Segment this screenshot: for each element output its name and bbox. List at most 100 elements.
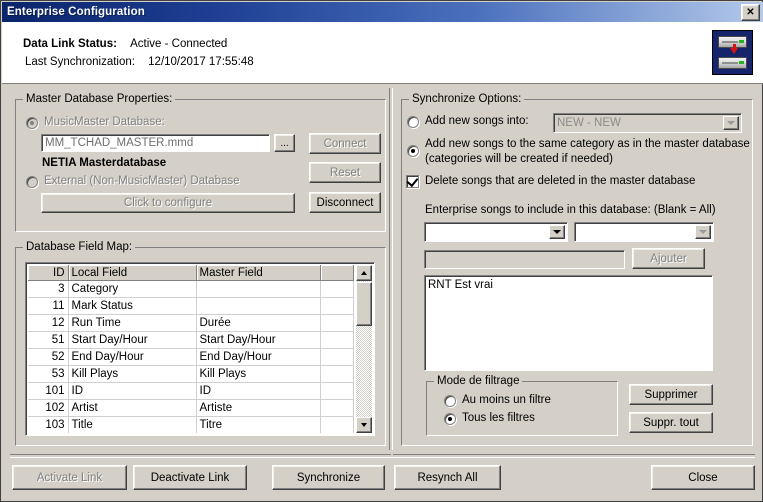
last-sync-row: Last Synchronization: 12/10/2017 17:55:4… xyxy=(25,56,254,68)
data-link-status-value: Active - Connected xyxy=(130,38,228,50)
table-row[interactable]: 101 ID ID xyxy=(28,382,354,400)
radio-add-new-songs-into[interactable] xyxy=(407,116,419,128)
delete-all-filters-button[interactable]: Suppr. tout xyxy=(629,412,713,433)
cell-master-field: ID xyxy=(196,382,321,400)
field-map-grid[interactable]: ID Local Field Master Field 3 Category 11… xyxy=(25,262,375,436)
dialog-body: Master Database Properties: MusicMaster … xyxy=(2,84,763,454)
chevron-down-icon xyxy=(553,230,561,234)
radio-external-database[interactable] xyxy=(26,176,38,188)
add-filter-button[interactable]: Ajouter xyxy=(632,248,705,269)
synchronize-options-title: Synchronize Options: xyxy=(409,93,525,105)
activate-link-label: Activate Link xyxy=(36,471,103,484)
table-row[interactable]: 11 Mark Status xyxy=(28,297,354,315)
table-row[interactable]: 52 End Day/Hour End Day/Hour xyxy=(28,348,354,366)
check-icon xyxy=(406,174,419,188)
cell-local-field: Category xyxy=(68,280,197,298)
cell-extra xyxy=(320,314,354,332)
include-songs-label: Enterprise songs to include in this data… xyxy=(425,204,716,216)
radio-same-category[interactable] xyxy=(407,145,419,157)
database-path-input[interactable]: MM_TCHAD_MASTER.mmd xyxy=(41,134,270,152)
click-to-configure-button[interactable]: Click to configure xyxy=(41,193,295,213)
delete-filter-label: Supprimer xyxy=(644,388,698,401)
cell-master-field: Titre xyxy=(196,416,321,433)
cell-local-field: End Day/Hour xyxy=(68,348,197,366)
master-database-properties-group: Master Database Properties: MusicMaster … xyxy=(15,93,386,232)
cell-master-field: Durée xyxy=(196,314,321,332)
synchronize-label: Synchronize xyxy=(296,471,361,484)
deactivate-link-button[interactable]: Deactivate Link xyxy=(133,465,247,490)
category-combo[interactable]: NEW - NEW xyxy=(553,113,742,133)
filter-list-box[interactable]: RNT Est vrai xyxy=(424,275,713,371)
scroll-up-button[interactable] xyxy=(356,265,372,281)
disconnect-button[interactable]: Disconnect xyxy=(309,192,381,213)
radio-external-label: External (Non-MusicMaster) Database xyxy=(44,175,240,187)
category-combo-value: NEW - NEW xyxy=(557,117,621,129)
status-header: Data Link Status: Active - Connected Las… xyxy=(2,22,763,84)
radio-all-filters[interactable] xyxy=(444,413,456,425)
filter-value-input[interactable] xyxy=(424,250,625,269)
table-row[interactable]: 51 Start Day/Hour Start Day/Hour xyxy=(28,331,354,349)
column-header-extra[interactable] xyxy=(320,265,354,281)
cell-id: 102 xyxy=(28,399,69,417)
radio-any-filter[interactable] xyxy=(444,395,456,407)
list-item[interactable]: RNT Est vrai xyxy=(428,278,712,292)
scroll-down-button[interactable] xyxy=(356,417,372,433)
checkbox-delete-songs[interactable] xyxy=(406,174,419,188)
activate-link-button[interactable]: Activate Link xyxy=(12,465,127,490)
field-map-vertical-scrollbar[interactable] xyxy=(356,265,372,433)
database-description: NETIA Masterdatabase xyxy=(42,157,167,169)
field-map-table: ID Local Field Master Field 3 Category 11… xyxy=(28,265,354,433)
sync-arrow-down-icon xyxy=(730,48,738,54)
scrollbar-thumb[interactable] xyxy=(356,282,372,326)
close-button[interactable]: Close xyxy=(651,465,755,490)
database-field-map-title: Database Field Map: xyxy=(23,241,136,253)
table-row[interactable]: 103 Title Titre xyxy=(28,416,354,433)
cell-master-field xyxy=(196,280,321,298)
radio-same-category-label-line1: Add new songs to the same category as in… xyxy=(425,138,750,150)
database-field-map-group: Database Field Map: ID Local Field Maste… xyxy=(15,241,386,446)
cell-extra xyxy=(320,399,354,417)
filter-field-combo-arrow[interactable] xyxy=(549,225,565,239)
cell-id: 101 xyxy=(28,382,69,400)
cell-id: 12 xyxy=(28,314,69,332)
chevron-down-icon xyxy=(361,423,367,427)
connect-button[interactable]: Connect xyxy=(309,133,381,154)
filter-operator-combo[interactable] xyxy=(574,222,714,242)
footer-separator xyxy=(10,454,755,458)
browse-database-button[interactable]: ... xyxy=(274,134,295,152)
cell-local-field: ID xyxy=(68,382,197,400)
cell-master-field: Start Day/Hour xyxy=(196,331,321,349)
resynch-all-button[interactable]: Resynch All xyxy=(394,465,501,490)
column-header-local-field[interactable]: Local Field xyxy=(68,265,197,281)
cell-extra xyxy=(320,416,354,433)
chevron-up-icon xyxy=(361,271,367,275)
cell-id: 11 xyxy=(28,297,69,315)
cell-extra xyxy=(320,280,354,298)
reset-button[interactable]: Reset xyxy=(309,162,381,183)
chevron-down-icon xyxy=(727,121,735,125)
synchronize-button[interactable]: Synchronize xyxy=(272,465,385,490)
cell-id: 3 xyxy=(28,280,69,298)
panel-divider xyxy=(389,88,393,450)
filter-mode-title: Mode de filtrage xyxy=(434,375,523,387)
chevron-down-icon xyxy=(699,230,707,234)
delete-filter-button[interactable]: Supprimer xyxy=(629,384,713,405)
data-link-status-row: Data Link Status: Active - Connected xyxy=(23,38,227,50)
add-filter-label: Ajouter xyxy=(650,252,687,265)
resynch-all-label: Resynch All xyxy=(417,471,478,484)
table-row[interactable]: 53 Kill Plays Kill Plays xyxy=(28,365,354,383)
reset-label: Reset xyxy=(329,166,361,179)
filter-operator-combo-arrow[interactable] xyxy=(695,225,711,239)
radio-musicmaster-database[interactable] xyxy=(26,117,38,129)
filter-field-combo[interactable] xyxy=(424,222,568,242)
table-row[interactable]: 12 Run Time Durée xyxy=(28,314,354,332)
radio-all-filters-dot xyxy=(448,417,452,421)
table-row[interactable]: 3 Category xyxy=(28,280,354,298)
column-header-id[interactable]: ID xyxy=(28,265,69,281)
cell-local-field: Title xyxy=(68,416,197,433)
category-combo-arrow[interactable] xyxy=(723,116,739,130)
table-row[interactable]: 102 Artist Artiste xyxy=(28,399,354,417)
close-window-button[interactable]: ✕ xyxy=(741,4,760,21)
column-header-master-field[interactable]: Master Field xyxy=(196,265,321,281)
disconnect-label: Disconnect xyxy=(316,196,374,209)
